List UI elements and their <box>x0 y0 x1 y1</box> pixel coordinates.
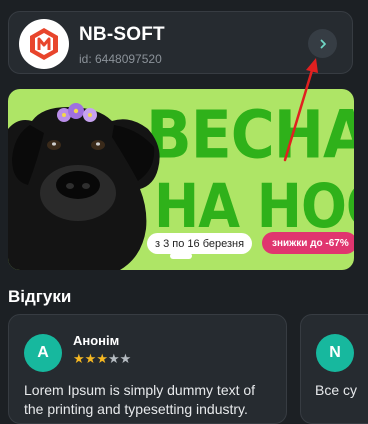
shop-name: NB-SOFT <box>79 24 165 45</box>
promo-banner[interactable]: ВЕСНА НА НОСІ з 3 по 16 березня знижки д… <box>8 89 354 270</box>
shop-card[interactable]: NB-SOFT id: 6448097520 <box>8 11 353 74</box>
review-card[interactable]: N Все су <box>300 314 368 424</box>
star-icon: ★ <box>119 351 132 366</box>
rating-stars: ★★★★★ <box>73 351 131 367</box>
banner-discount: знижки до -67% <box>262 232 354 254</box>
nb-soft-logo-icon <box>19 19 69 69</box>
review-card[interactable]: A Анонім ★★★★★ Lorem Ipsum is simply dum… <box>8 314 287 424</box>
open-shop-button[interactable] <box>308 29 337 58</box>
avatar: N <box>316 334 354 372</box>
review-text: Все су <box>315 382 358 398</box>
star-icon: ★ <box>84 351 97 366</box>
reviews-title: Відгуки <box>8 287 72 306</box>
star-icon: ★ <box>73 351 85 366</box>
banner-headline-line2: НА НОСІ <box>154 171 354 242</box>
star-icon: ★ <box>96 351 108 366</box>
star-icon: ★ <box>107 351 120 366</box>
avatar: A <box>24 334 62 372</box>
carousel-indicator[interactable] <box>170 253 192 259</box>
review-text: Lorem Ipsum is simply dummy text of the … <box>24 382 256 417</box>
chevron-right-icon <box>320 39 326 48</box>
reviewer-name: Анонім <box>73 333 120 348</box>
banner-dates: з 3 по 16 березня <box>147 233 253 254</box>
shop-id: id: 6448097520 <box>79 52 162 66</box>
